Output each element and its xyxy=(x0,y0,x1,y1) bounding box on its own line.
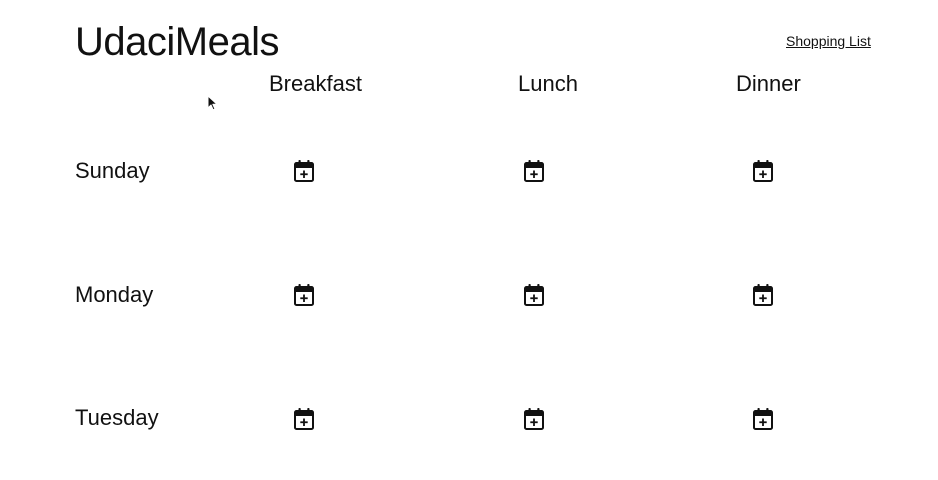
meal-header-breakfast: Breakfast xyxy=(269,71,362,96)
day-label-tuesday: Tuesday xyxy=(75,405,159,430)
day-label-sunday: Sunday xyxy=(75,158,150,183)
calendar-plus-icon xyxy=(524,160,544,182)
shopping-list-link[interactable]: Shopping List xyxy=(786,32,871,50)
add-meal-sunday-dinner[interactable] xyxy=(750,157,776,185)
calendar-plus-icon xyxy=(524,284,544,306)
add-meal-sunday-breakfast[interactable] xyxy=(291,157,317,185)
meal-header-lunch: Lunch xyxy=(518,71,578,96)
add-meal-tuesday-lunch[interactable] xyxy=(521,405,547,433)
add-meal-sunday-lunch[interactable] xyxy=(521,157,547,185)
add-meal-tuesday-breakfast[interactable] xyxy=(291,405,317,433)
calendar-plus-icon xyxy=(294,408,314,430)
calendar-plus-icon xyxy=(753,284,773,306)
day-label-monday: Monday xyxy=(75,282,154,307)
calendar-plus-icon xyxy=(524,408,544,430)
add-meal-monday-breakfast[interactable] xyxy=(291,281,317,309)
app-title: UdaciMeals xyxy=(75,20,279,64)
calendar-plus-icon xyxy=(753,408,773,430)
meal-header-dinner: Dinner xyxy=(736,71,801,96)
calendar-plus-icon xyxy=(294,160,314,182)
add-meal-tuesday-dinner[interactable] xyxy=(750,405,776,433)
add-meal-monday-lunch[interactable] xyxy=(521,281,547,309)
calendar-plus-icon xyxy=(753,160,773,182)
calendar-plus-icon xyxy=(294,284,314,306)
mouse-cursor-icon xyxy=(207,95,218,111)
add-meal-monday-dinner[interactable] xyxy=(750,281,776,309)
